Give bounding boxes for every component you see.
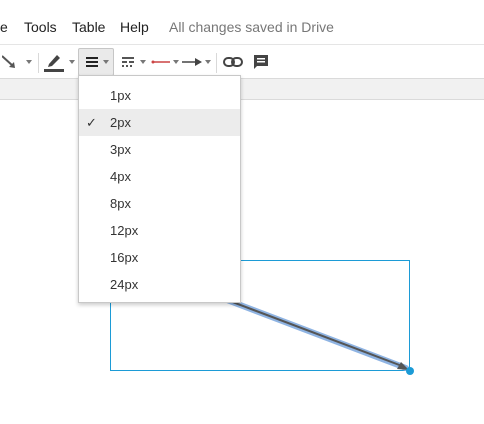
line-weight-menu: 1px ✓ 2px 3px 4px 8px 12px 16px 24px bbox=[78, 75, 241, 303]
line-weight-option-selected[interactable]: ✓ 2px bbox=[79, 109, 240, 136]
option-label: 2px bbox=[110, 115, 131, 130]
option-label: 24px bbox=[110, 277, 139, 292]
option-label: 16px bbox=[110, 250, 139, 265]
line-weight-option[interactable]: 1px bbox=[79, 82, 240, 109]
option-label: 1px bbox=[110, 88, 131, 103]
option-label: 8px bbox=[110, 196, 131, 211]
line-weight-option[interactable]: 16px bbox=[79, 244, 240, 271]
line-weight-option[interactable]: 4px bbox=[79, 163, 240, 190]
arrow-shape[interactable] bbox=[0, 0, 484, 424]
line-weight-option[interactable]: 8px bbox=[79, 190, 240, 217]
option-label: 12px bbox=[110, 223, 139, 238]
selection-handle[interactable] bbox=[406, 367, 414, 375]
line-weight-option[interactable]: 24px bbox=[79, 271, 240, 298]
option-label: 3px bbox=[110, 142, 131, 157]
checkmark-icon: ✓ bbox=[86, 115, 97, 130]
line-weight-option[interactable]: 3px bbox=[79, 136, 240, 163]
line-weight-option[interactable]: 12px bbox=[79, 217, 240, 244]
option-label: 4px bbox=[110, 169, 131, 184]
